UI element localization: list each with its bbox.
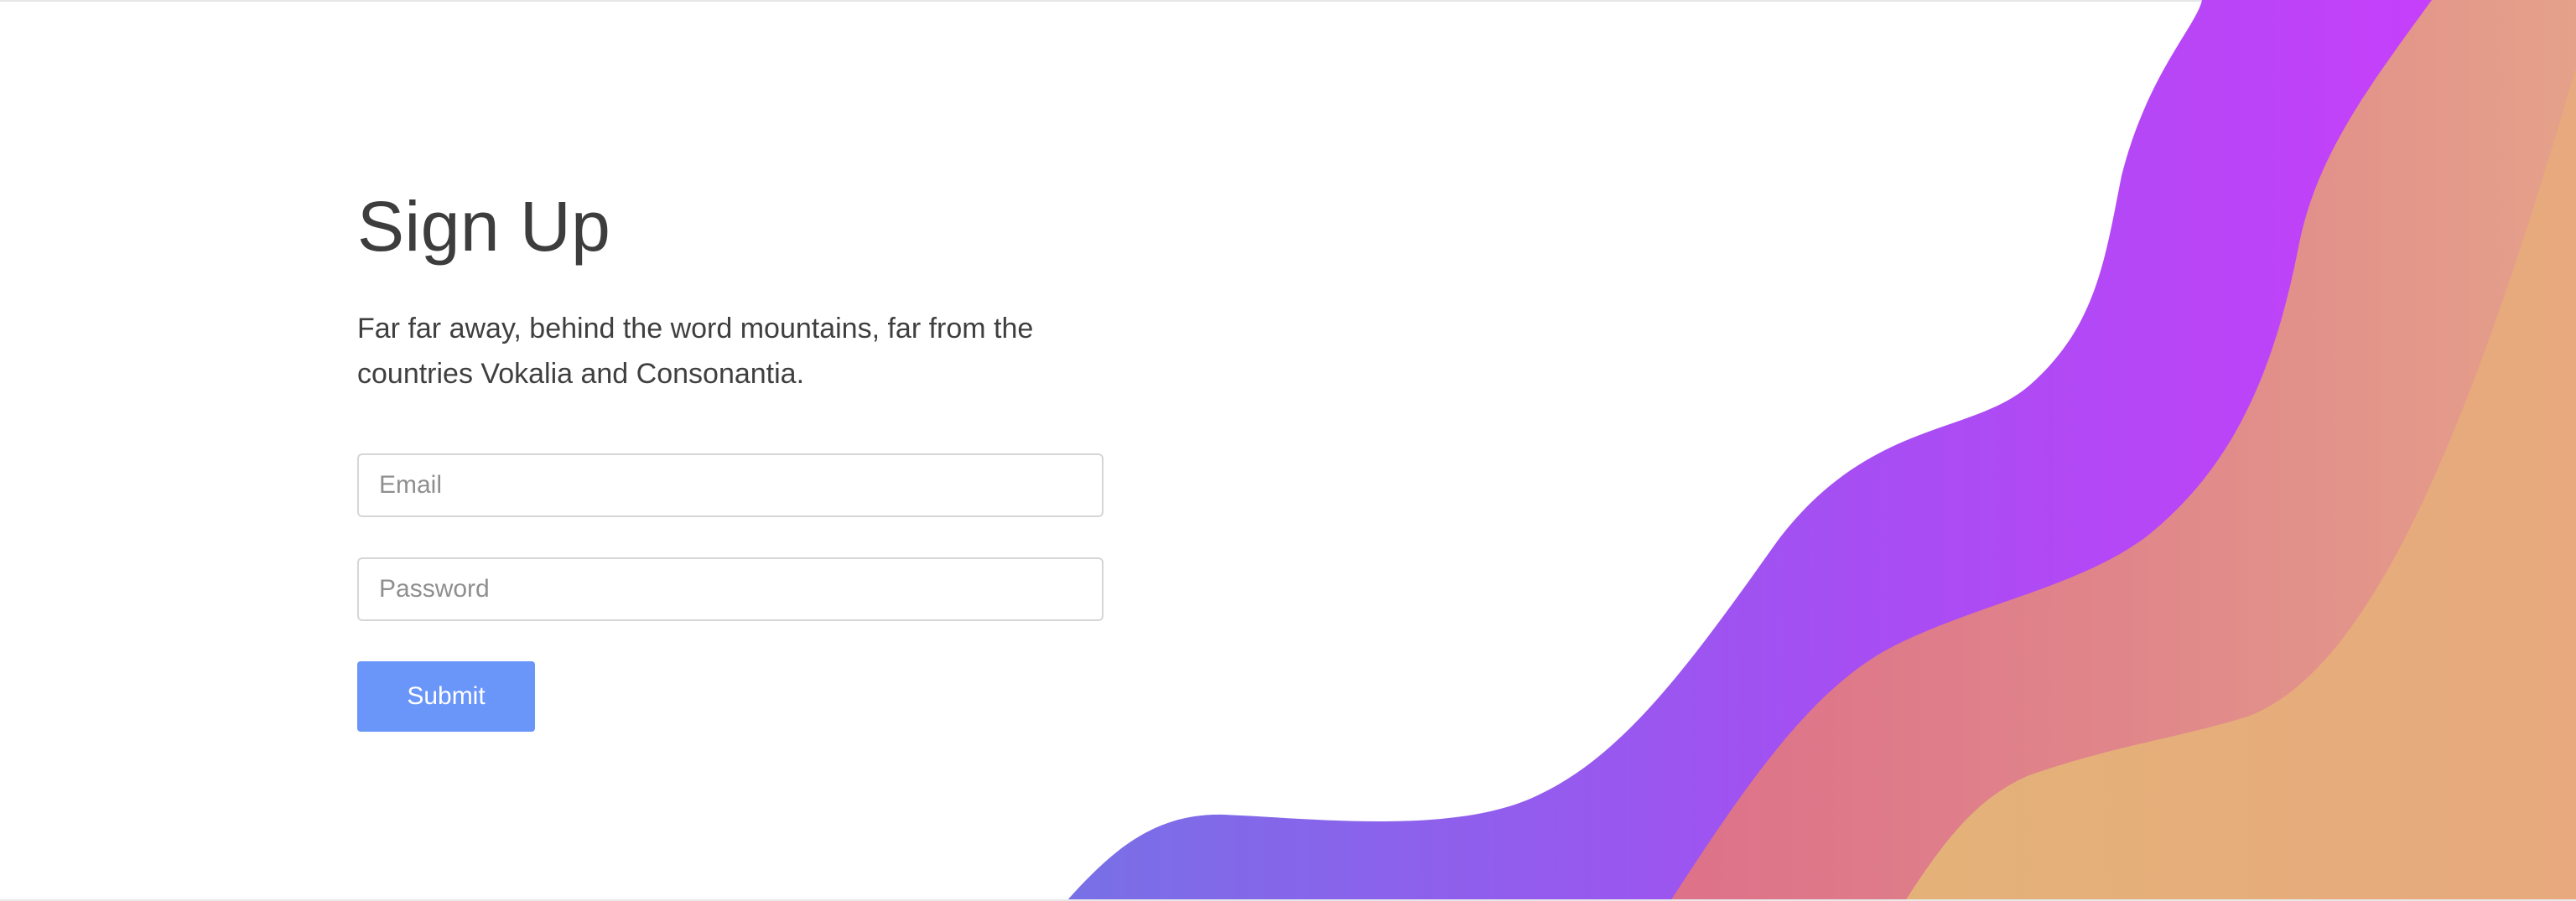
password-field[interactable] <box>357 557 1104 621</box>
page-title: Sign Up <box>357 187 611 266</box>
signup-form: Sign Up Far far away, behind the word mo… <box>357 184 1104 732</box>
page-subtitle: Far far away, behind the word mountains,… <box>357 312 1034 390</box>
email-field[interactable] <box>357 453 1104 517</box>
submit-button[interactable]: Submit <box>357 660 535 732</box>
signup-page: Sign Up Far far away, behind the word mo… <box>0 0 2576 901</box>
